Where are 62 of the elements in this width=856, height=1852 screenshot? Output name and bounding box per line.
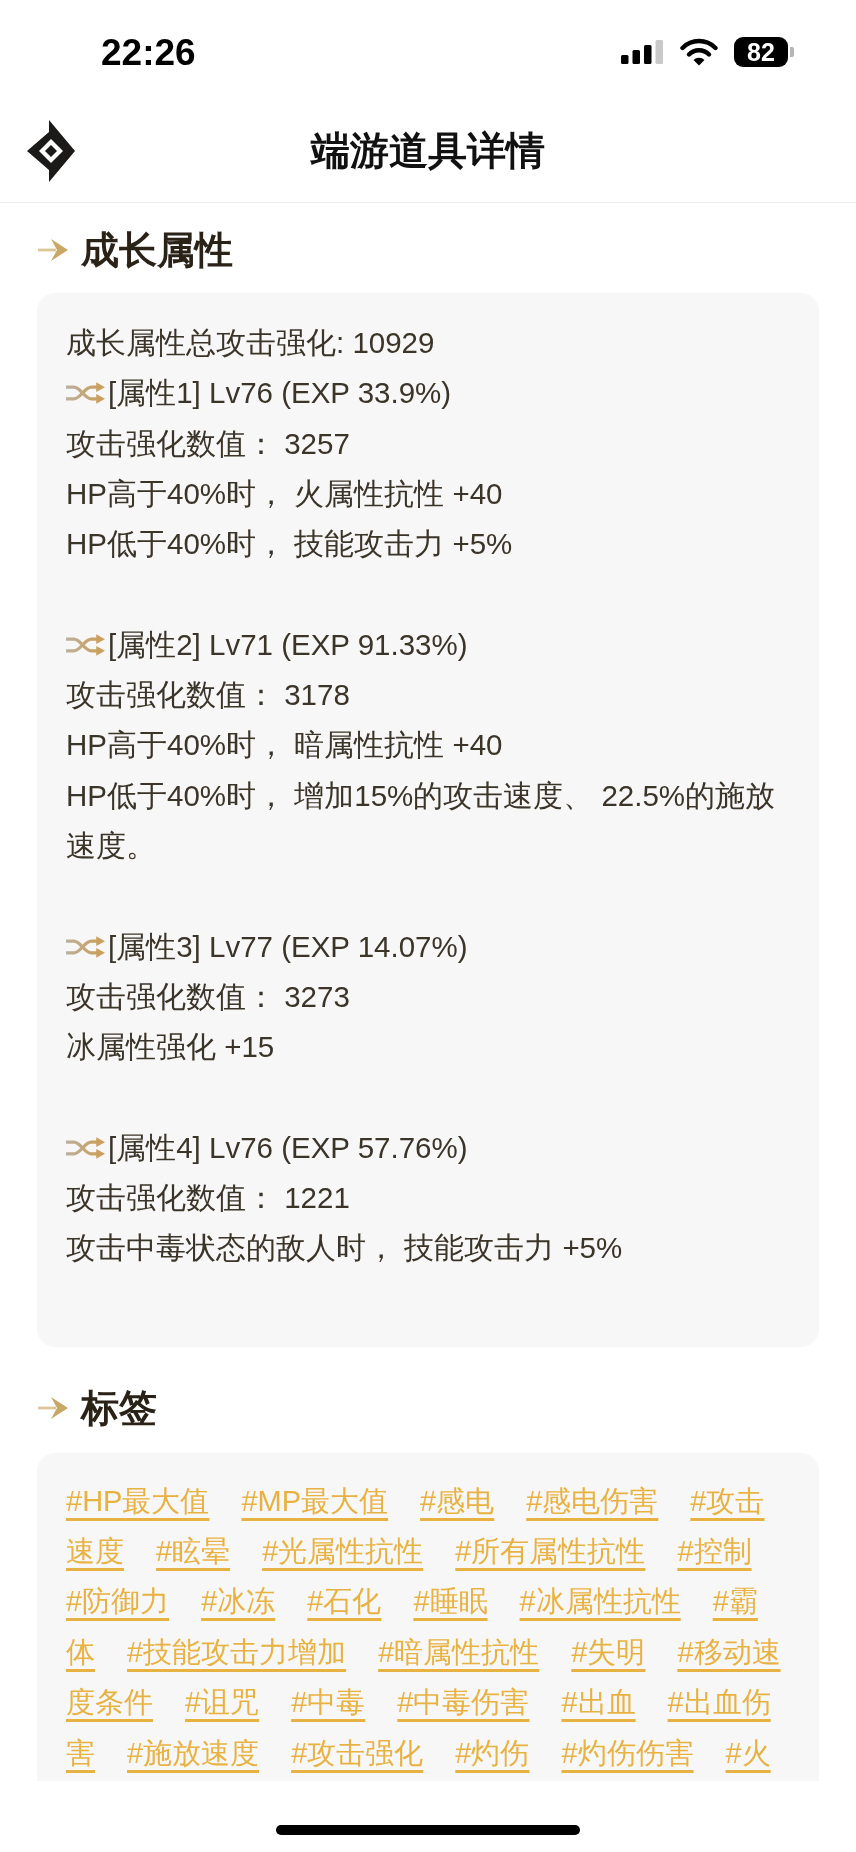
- battery-level: 82: [734, 37, 794, 67]
- signal-icon: [621, 40, 664, 64]
- tag-link[interactable]: 速度: [66, 1526, 124, 1577]
- tag-link[interactable]: #技能攻击力增加: [127, 1626, 347, 1678]
- summary-text: 成长属性总攻击强化: 10929: [66, 325, 436, 361]
- attribute-line: HP高于40%时， 暗属性抗性 +40: [66, 727, 504, 764]
- attribute-heading: [属性1] Lv76 (EXP 33.9%): [108, 375, 452, 412]
- shuffle-icon: [66, 382, 105, 405]
- attribute-heading: [属性3] Lv77 (EXP 14.07%): [108, 928, 468, 965]
- tag-link[interactable]: #冰冻: [201, 1576, 276, 1627]
- tag-link[interactable]: #移动速: [677, 1626, 781, 1678]
- status-time: 22:26: [101, 33, 196, 71]
- tag-link[interactable]: #攻击: [690, 1475, 765, 1527]
- attribute-line: 冰属性强化 +15: [66, 1029, 276, 1066]
- tag-link[interactable]: #MP最大值: [241, 1475, 389, 1527]
- arrow-icon: [38, 239, 68, 261]
- section-title: 成长属性: [81, 228, 233, 273]
- tag-link[interactable]: #中毒: [291, 1677, 366, 1728]
- tag-link[interactable]: #失明: [571, 1626, 646, 1678]
- attribute-line: HP低于40%时， 增加15%的攻击速度、 22.5%的施放速度。: [66, 777, 777, 864]
- tag-link[interactable]: #所有属性抗性: [455, 1526, 646, 1577]
- tag-link[interactable]: #霸: [712, 1576, 758, 1627]
- tag-link[interactable]: #中毒伤害: [397, 1677, 530, 1728]
- tag-link[interactable]: #光属性抗性: [262, 1526, 424, 1577]
- tag-link[interactable]: #感电伤害: [526, 1475, 659, 1527]
- arrow-icon: [38, 1396, 68, 1419]
- tag-link[interactable]: #控制: [677, 1526, 752, 1577]
- tag-link[interactable]: #出血伤: [667, 1677, 771, 1728]
- attribute-line: 攻击中毒状态的敌人时， 技能攻击力 +5%: [66, 1230, 624, 1267]
- attribute-line: 攻击强化数值： 3273: [66, 978, 351, 1015]
- tag-link[interactable]: #灼伤: [455, 1727, 530, 1779]
- tag-link[interactable]: #HP最大值: [66, 1475, 210, 1527]
- section-title: 标签: [81, 1385, 157, 1431]
- tag-link[interactable]: #火: [725, 1727, 771, 1779]
- tag-link[interactable]: 害: [66, 1727, 95, 1779]
- page-title: 端游道具详情: [311, 128, 545, 174]
- tag-link[interactable]: #冰属性抗性: [519, 1576, 681, 1627]
- tag-link[interactable]: #出血: [561, 1677, 636, 1728]
- tag-link[interactable]: #石化: [307, 1576, 382, 1627]
- attribute-line: HP高于40%时， 火属性抗性 +40: [66, 475, 504, 512]
- attribute-heading: [属性2] Lv71 (EXP 91.33%): [108, 626, 468, 663]
- tag-link[interactable]: #诅咒: [185, 1677, 260, 1728]
- tag-link[interactable]: 度条件: [66, 1677, 153, 1728]
- attribute-line: 攻击强化数值： 3178: [66, 677, 351, 714]
- tag-link[interactable]: #暗属性抗性: [378, 1626, 540, 1678]
- attribute-line: 攻击强化数值： 3257: [66, 425, 351, 462]
- shuffle-icon: [66, 633, 105, 656]
- tag-link[interactable]: #攻击强化: [291, 1727, 424, 1779]
- wifi-icon: [680, 38, 718, 66]
- attribute-line: 攻击强化数值： 1221: [66, 1180, 351, 1217]
- tag-link[interactable]: #防御力: [66, 1576, 170, 1627]
- attribute-line: HP低于40%时， 技能攻击力 +5%: [66, 526, 514, 563]
- attribute-heading: [属性4] Lv76 (EXP 57.76%): [108, 1129, 468, 1166]
- shuffle-icon: [66, 935, 105, 958]
- shuffle-icon: [66, 1136, 105, 1159]
- tag-link[interactable]: #施放速度: [127, 1727, 260, 1779]
- diamond-logo: [27, 120, 75, 182]
- tag-link[interactable]: #灼伤伤害: [561, 1727, 694, 1779]
- tag-link[interactable]: 体: [66, 1626, 95, 1678]
- tag-link[interactable]: #睡眠: [413, 1576, 488, 1627]
- tag-link[interactable]: #感电: [420, 1475, 495, 1527]
- tag-link[interactable]: #眩晕: [156, 1526, 231, 1577]
